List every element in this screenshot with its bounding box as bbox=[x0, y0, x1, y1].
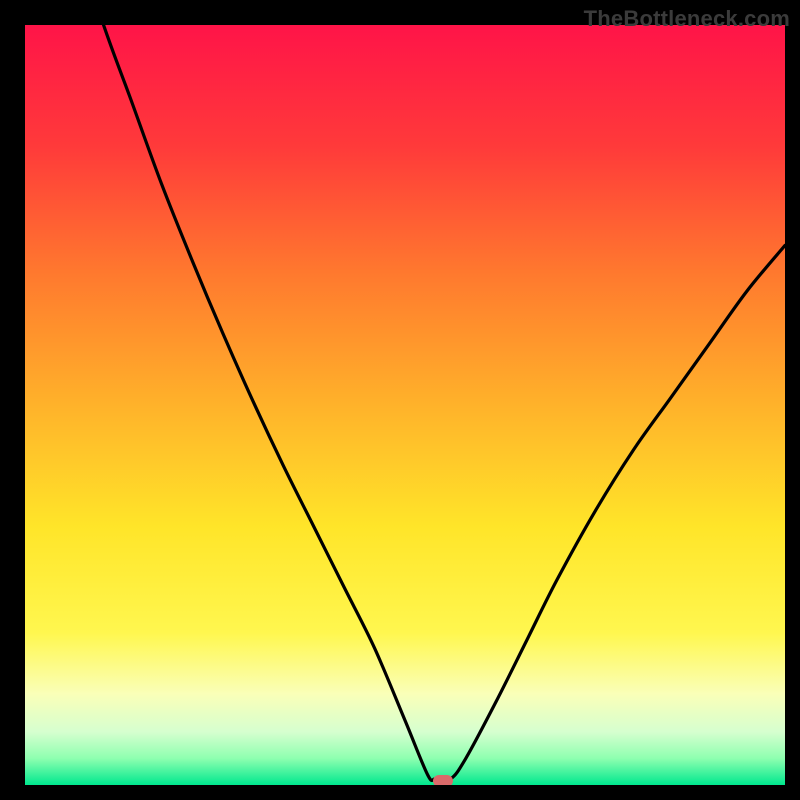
chart-frame: TheBottleneck.com bbox=[0, 0, 800, 800]
bottleneck-chart bbox=[25, 25, 785, 785]
watermark-text: TheBottleneck.com bbox=[584, 6, 790, 32]
gradient-background bbox=[25, 25, 785, 785]
plot-area bbox=[25, 25, 785, 785]
optimal-marker bbox=[433, 775, 453, 785]
